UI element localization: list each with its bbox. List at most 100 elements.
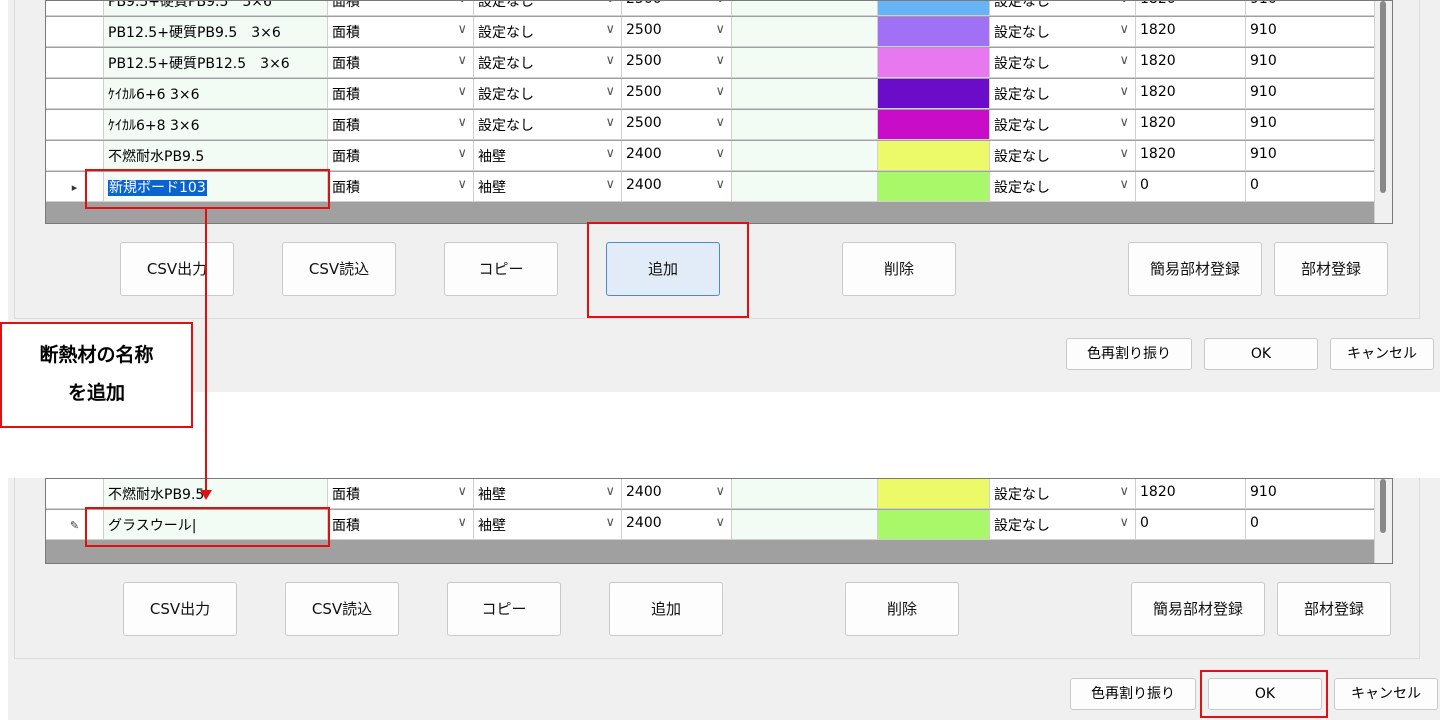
copy-button[interactable]: コピー — [447, 582, 561, 636]
cell-w[interactable]: 1820 — [1136, 141, 1246, 171]
chevron-down-icon[interactable]: ∨ — [605, 84, 615, 99]
cell-note[interactable] — [732, 1, 878, 16]
cell-note[interactable] — [732, 48, 878, 78]
cell-calc[interactable]: 面積 ∨ — [328, 172, 474, 202]
cell-setting[interactable]: 設定なし ∨ — [990, 17, 1136, 47]
cell-calc[interactable]: 面積 ∨ — [328, 1, 474, 16]
row-header[interactable] — [46, 17, 104, 47]
cell-setting[interactable]: 設定なし ∨ — [990, 510, 1136, 540]
cell-setting[interactable]: 設定なし ∨ — [990, 1, 1136, 16]
cell-name[interactable]: 不燃耐水PB9.5 — [104, 479, 328, 509]
recolor-button[interactable]: 色再割り振り — [1070, 678, 1196, 710]
simple-register-button[interactable]: 簡易部材登録 — [1128, 242, 1262, 296]
cell-height[interactable]: 2500 ∨ — [622, 1, 732, 16]
cell-h[interactable]: 910 — [1246, 479, 1375, 509]
cell-pos[interactable]: 設定なし ∨ — [474, 110, 622, 140]
cell-pos[interactable]: 設定なし ∨ — [474, 1, 622, 16]
chevron-down-icon[interactable]: ∨ — [715, 484, 725, 499]
cell-h[interactable]: 910 — [1246, 79, 1375, 109]
cell-calc[interactable]: 面積 ∨ — [328, 48, 474, 78]
csv-export-button[interactable]: CSV出力 — [120, 242, 234, 296]
cell-height[interactable]: 2500 ∨ — [622, 110, 732, 140]
cell-name[interactable]: ｹｲｶﾙ6+8 3×6 — [104, 110, 328, 140]
chevron-down-icon[interactable]: ∨ — [605, 515, 615, 530]
cell-height[interactable]: 2500 ∨ — [622, 17, 732, 47]
chevron-down-icon[interactable]: ∨ — [1119, 515, 1129, 530]
chevron-down-icon[interactable]: ∨ — [1119, 484, 1129, 499]
chevron-down-icon[interactable]: ∨ — [605, 115, 615, 130]
color-swatch-cell[interactable] — [878, 479, 990, 509]
cell-height[interactable]: 2400 ∨ — [622, 141, 732, 171]
chevron-down-icon[interactable]: ∨ — [715, 53, 725, 68]
cell-h[interactable]: 0 — [1246, 510, 1375, 540]
color-swatch-cell[interactable] — [878, 1, 990, 16]
cell-pos[interactable]: 設定なし ∨ — [474, 17, 622, 47]
chevron-down-icon[interactable]: ∨ — [1119, 115, 1129, 130]
add-button[interactable]: 追加 — [609, 582, 723, 636]
cell-pos[interactable]: 袖壁 ∨ — [474, 510, 622, 540]
cell-h[interactable]: 910 — [1246, 110, 1375, 140]
chevron-down-icon[interactable]: ∨ — [457, 22, 467, 37]
chevron-down-icon[interactable]: ∨ — [715, 84, 725, 99]
csv-import-button[interactable]: CSV読込 — [285, 582, 399, 636]
cell-note[interactable] — [732, 79, 878, 109]
cell-pos[interactable]: 袖壁 ∨ — [474, 141, 622, 171]
cell-pos[interactable]: 設定なし ∨ — [474, 79, 622, 109]
cell-name[interactable]: PB12.5+硬質PB12.5 3×6 — [104, 48, 328, 78]
row-header[interactable] — [46, 79, 104, 109]
table-row[interactable]: PB12.5+硬質PB12.5 3×6 面積 ∨ 設定なし ∨ 2500 ∨ 設定なし ∨ 182… — [46, 48, 1392, 79]
chevron-down-icon[interactable]: ∨ — [715, 146, 725, 161]
delete-button[interactable]: 削除 — [845, 582, 959, 636]
cell-h[interactable]: 0 — [1246, 172, 1375, 202]
cell-height[interactable]: 2400 ∨ — [622, 510, 732, 540]
color-swatch-cell[interactable] — [878, 141, 990, 171]
chevron-down-icon[interactable]: ∨ — [457, 515, 467, 530]
delete-button[interactable]: 削除 — [842, 242, 956, 296]
cell-pos[interactable]: 袖壁 ∨ — [474, 479, 622, 509]
chevron-down-icon[interactable]: ∨ — [457, 146, 467, 161]
chevron-down-icon[interactable]: ∨ — [605, 1, 615, 6]
cell-setting[interactable]: 設定なし ∨ — [990, 110, 1136, 140]
register-button[interactable]: 部材登録 — [1274, 242, 1388, 296]
cell-height[interactable]: 2400 ∨ — [622, 479, 732, 509]
row-header[interactable] — [46, 110, 104, 140]
cell-name[interactable]: 不燃耐水PB9.5 — [104, 141, 328, 171]
cell-w[interactable]: 1820 — [1136, 110, 1246, 140]
chevron-down-icon[interactable]: ∨ — [457, 84, 467, 99]
cell-calc[interactable]: 面積 ∨ — [328, 79, 474, 109]
cell-note[interactable] — [732, 110, 878, 140]
cancel-button[interactable]: キャンセル — [1330, 338, 1434, 370]
table-row[interactable]: PB12.5+硬質PB9.5 3×6 面積 ∨ 設定なし ∨ 2500 ∨ 設定なし ∨ 1820… — [46, 17, 1392, 48]
cell-note[interactable] — [732, 141, 878, 171]
cell-height[interactable]: 2400 ∨ — [622, 172, 732, 202]
cell-calc[interactable]: 面積 ∨ — [328, 110, 474, 140]
cell-setting[interactable]: 設定なし ∨ — [990, 141, 1136, 171]
chevron-down-icon[interactable]: ∨ — [715, 177, 725, 192]
table-row[interactable]: 不燃耐水PB9.5 面積 ∨ 袖壁 ∨ 2400 ∨ 設定なし ∨ 1820 910 — [46, 141, 1392, 172]
chevron-down-icon[interactable]: ∨ — [457, 177, 467, 192]
cell-note[interactable] — [732, 172, 878, 202]
chevron-down-icon[interactable]: ∨ — [1119, 1, 1129, 6]
chevron-down-icon[interactable]: ∨ — [1119, 22, 1129, 37]
table-row[interactable]: 不燃耐水PB9.5 面積 ∨ 袖壁 ∨ 2400 ∨ 設定なし ∨ 1820 910 — [46, 479, 1392, 510]
chevron-down-icon[interactable]: ∨ — [715, 115, 725, 130]
row-header[interactable] — [46, 48, 104, 78]
chevron-down-icon[interactable]: ∨ — [605, 53, 615, 68]
cell-note[interactable] — [732, 17, 878, 47]
table-row[interactable]: ｹｲｶﾙ6+8 3×6 面積 ∨ 設定なし ∨ 2500 ∨ 設定なし ∨ 1820 910 — [46, 110, 1392, 141]
cell-w[interactable]: 1820 — [1136, 479, 1246, 509]
cell-note[interactable] — [732, 510, 878, 540]
cell-w[interactable]: 0 — [1136, 172, 1246, 202]
cell-w[interactable]: 0 — [1136, 510, 1246, 540]
cancel-button[interactable]: キャンセル — [1334, 678, 1438, 710]
chevron-down-icon[interactable]: ∨ — [605, 22, 615, 37]
chevron-down-icon[interactable]: ∨ — [605, 484, 615, 499]
ok-button[interactable]: OK — [1204, 338, 1318, 370]
scrollbar-thumb[interactable] — [1380, 1, 1386, 193]
color-swatch-cell[interactable] — [878, 17, 990, 47]
cell-setting[interactable]: 設定なし ∨ — [990, 79, 1136, 109]
table-row[interactable]: ｹｲｶﾙ6+6 3×6 面積 ∨ 設定なし ∨ 2500 ∨ 設定なし ∨ 1820 910 — [46, 79, 1392, 110]
cell-name[interactable]: ｹｲｶﾙ6+6 3×6 — [104, 79, 328, 109]
color-swatch-cell[interactable] — [878, 48, 990, 78]
cell-pos[interactable]: 袖壁 ∨ — [474, 172, 622, 202]
